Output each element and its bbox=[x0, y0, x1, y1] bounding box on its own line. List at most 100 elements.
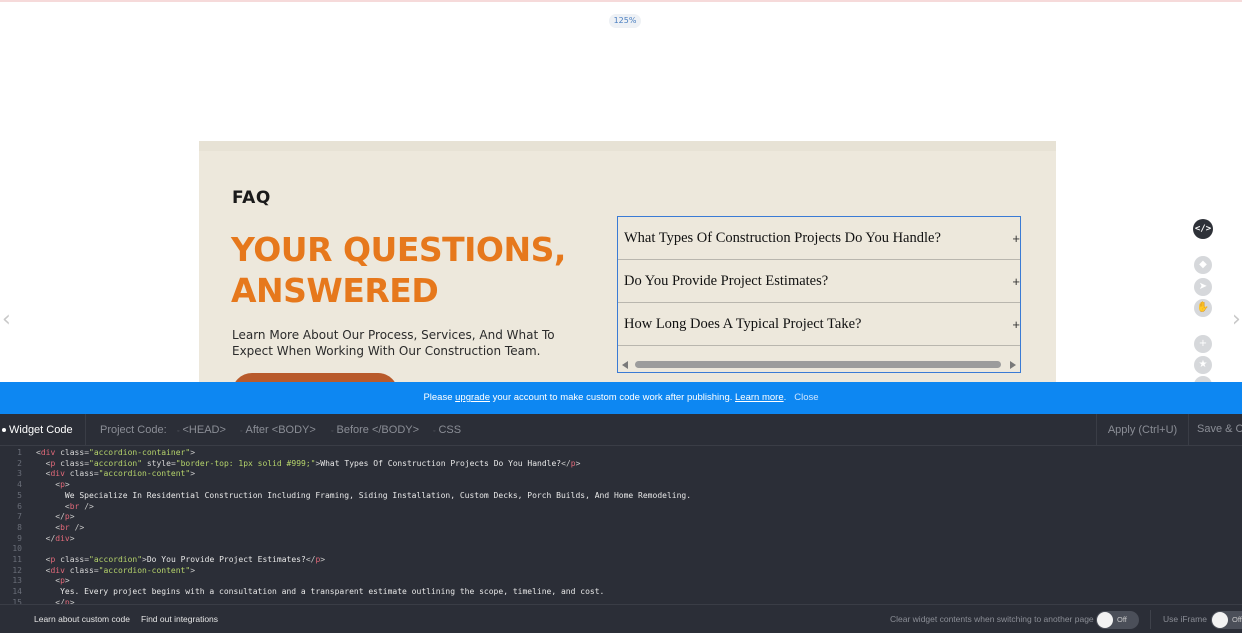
code-text: <p> bbox=[55, 576, 70, 586]
tab-label: Before </BODY> bbox=[336, 424, 420, 436]
tab-bullet-icon: ◦ bbox=[331, 428, 334, 435]
add-icon[interactable]: + bbox=[1194, 335, 1212, 353]
code-text: <div class="accordion-content"> bbox=[45, 565, 196, 575]
code-text: </p> bbox=[55, 512, 75, 522]
scroll-left-arrow-icon[interactable] bbox=[622, 361, 628, 369]
tab-label: After <BODY> bbox=[245, 424, 316, 436]
line-number: 11 bbox=[12, 555, 22, 564]
tab-bullet-icon: ◦ bbox=[177, 428, 180, 435]
paint-bucket-icon[interactable]: ◆ bbox=[1194, 256, 1212, 274]
code-text: </div> bbox=[45, 533, 75, 543]
line-number: 2 bbox=[17, 458, 22, 468]
plus-icon[interactable]: + bbox=[1012, 260, 1020, 303]
tab-css[interactable]: ◦ CSS bbox=[433, 414, 461, 448]
code-line[interactable]: 7 </p> bbox=[0, 512, 75, 523]
code-icon[interactable]: </> bbox=[1193, 219, 1213, 239]
next-page-chevron-icon[interactable]: › bbox=[1232, 307, 1241, 332]
faq-eyebrow: FAQ bbox=[232, 188, 271, 208]
line-number: 13 bbox=[12, 576, 22, 586]
line-number: 10 bbox=[12, 544, 22, 554]
tab-label: CSS bbox=[438, 424, 462, 436]
line-number: 14 bbox=[12, 587, 22, 597]
code-line[interactable]: 8 <br /> bbox=[0, 523, 84, 534]
toggle-knob bbox=[1097, 612, 1113, 628]
clear-contents-toggle[interactable]: Off bbox=[1096, 611, 1139, 629]
tab-after-body[interactable]: ◦ After <BODY> bbox=[240, 414, 316, 448]
banner-text: your account to make custom code work af… bbox=[490, 392, 736, 403]
code-editor[interactable]: 1 <div class="accordion-container"> 2 <p c… bbox=[0, 446, 1242, 604]
active-dot-icon bbox=[2, 428, 6, 433]
code-text: <p class="accordion">Do You Provide Proj… bbox=[45, 555, 326, 564]
code-text: <p class="accordion" style="border-top: … bbox=[45, 458, 581, 468]
code-text: We Specialize In Residential Constructio… bbox=[36, 490, 692, 500]
code-line[interactable]: 14 Yes. Every project begins with a cons… bbox=[0, 587, 604, 598]
toggle-label: Off bbox=[1117, 615, 1127, 624]
code-line[interactable]: 2 <p class="accordion" style="border-top… bbox=[0, 459, 580, 470]
faq-heading: YOUR QUESTIONS, ANSWERED bbox=[231, 229, 571, 311]
faq-description: Learn More About Our Process, Services, … bbox=[232, 328, 555, 358]
project-code-label: Project Code: bbox=[100, 424, 167, 436]
code-line[interactable]: 1 <div class="accordion-container"> bbox=[0, 448, 195, 459]
banner-text: Please bbox=[423, 392, 456, 403]
tab-bullet-icon: ◦ bbox=[433, 428, 436, 435]
tab-before-body[interactable]: ◦ Before </BODY> bbox=[331, 414, 419, 448]
upgrade-banner: Please upgrade your account to make cust… bbox=[0, 382, 1242, 414]
toggle-label: Off bbox=[1232, 615, 1242, 624]
hand-icon[interactable]: ✋ bbox=[1194, 299, 1212, 317]
plus-icon[interactable]: + bbox=[1012, 303, 1020, 346]
plus-icon[interactable]: + bbox=[1012, 217, 1020, 260]
code-line[interactable]: 3 <div class="accordion-content"> bbox=[0, 469, 195, 480]
code-line[interactable]: 6 <br /> bbox=[0, 502, 94, 513]
learn-more-link[interactable]: Learn more bbox=[735, 392, 784, 403]
learn-custom-code-link[interactable]: Learn about custom code bbox=[34, 605, 130, 633]
code-line[interactable]: 5 We Specialize In Residential Construct… bbox=[0, 491, 691, 502]
code-text: <br /> bbox=[64, 501, 94, 511]
star-icon[interactable]: ★ bbox=[1194, 356, 1212, 374]
accordion-item[interactable]: What Types Of Construction Projects Do Y… bbox=[618, 217, 1020, 260]
toggle-knob bbox=[1212, 612, 1228, 628]
line-number: 3 bbox=[17, 469, 22, 479]
apply-button[interactable]: Apply (Ctrl+U) bbox=[1096, 414, 1188, 446]
accordion-item[interactable]: How Long Does A Typical Project Take? + bbox=[618, 303, 1020, 346]
faq-section[interactable]: FAQ YOUR QUESTIONS, ANSWERED Learn More … bbox=[199, 141, 1056, 401]
code-line[interactable]: 11 <p class="accordion">Do You Provide P… bbox=[0, 555, 325, 566]
code-line[interactable]: 13 <p> bbox=[0, 576, 70, 587]
code-line[interactable]: 10 bbox=[0, 544, 36, 555]
zoom-level-badge[interactable]: 125% bbox=[609, 14, 641, 28]
prev-page-chevron-icon[interactable]: ‹ bbox=[2, 307, 11, 332]
code-line[interactable]: 4 <p> bbox=[0, 480, 70, 491]
tab-label: <HEAD> bbox=[182, 424, 226, 436]
banner-close-button[interactable]: Close bbox=[794, 392, 818, 403]
use-iframe-label: Use iFrame bbox=[1163, 614, 1207, 624]
use-iframe-toggle[interactable]: Off bbox=[1211, 611, 1242, 629]
tab-label: Widget Code bbox=[9, 424, 73, 436]
accordion-item[interactable]: Do You Provide Project Estimates? + bbox=[618, 260, 1020, 303]
find-integrations-link[interactable]: Find out integrations bbox=[141, 605, 218, 633]
upgrade-link[interactable]: upgrade bbox=[455, 392, 490, 403]
faq-heading-line2: ANSWERED bbox=[231, 271, 439, 310]
line-number: 8 bbox=[17, 522, 22, 532]
code-text: Yes. Every project begins with a consult… bbox=[36, 587, 605, 597]
banner-text: . bbox=[783, 392, 787, 403]
line-number: 12 bbox=[12, 565, 22, 575]
tab-head[interactable]: ◦ <HEAD> bbox=[177, 414, 226, 448]
footer-divider bbox=[1150, 610, 1151, 629]
tab-widget-code[interactable]: Widget Code bbox=[0, 414, 86, 446]
editor-window: 125% ‹ › FAQ YOUR QUESTIONS, ANSWERED Le… bbox=[0, 0, 1242, 633]
accordion-question: Do You Provide Project Estimates? bbox=[624, 273, 829, 289]
scrollbar-thumb[interactable] bbox=[635, 361, 1001, 368]
line-number: 5 bbox=[17, 490, 22, 500]
save-close-button[interactable]: Save & Cl bbox=[1188, 414, 1242, 446]
accordion-question: What Types Of Construction Projects Do Y… bbox=[624, 230, 941, 246]
accordion-widget[interactable]: What Types Of Construction Projects Do Y… bbox=[617, 216, 1021, 373]
line-number: 7 bbox=[17, 512, 22, 522]
scroll-right-arrow-icon[interactable] bbox=[1010, 361, 1016, 369]
code-line[interactable]: 9 </div> bbox=[0, 533, 75, 545]
cursor-icon[interactable]: ➤ bbox=[1194, 278, 1212, 296]
code-line[interactable]: 12 <div class="accordion-content"> bbox=[0, 566, 195, 577]
code-text: <div class="accordion-container"> bbox=[36, 448, 196, 457]
tab-bullet-icon: ◦ bbox=[240, 428, 243, 435]
code-text: <p> bbox=[55, 480, 70, 490]
horizontal-scrollbar[interactable] bbox=[618, 358, 1020, 372]
clear-contents-label: Clear widget contents when switching to … bbox=[890, 614, 1094, 624]
